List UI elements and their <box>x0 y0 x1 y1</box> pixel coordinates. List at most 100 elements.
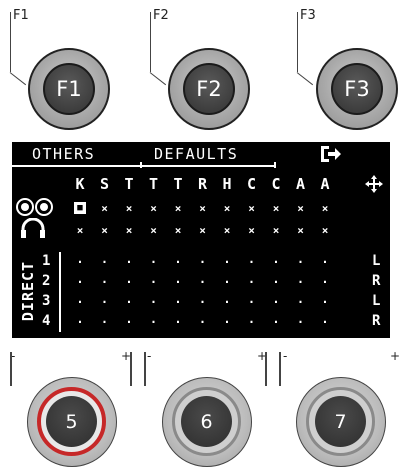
direct-output-number: 2 <box>42 273 51 289</box>
matrix-cell[interactable]: × <box>291 198 311 218</box>
f2-knob[interactable]: F2 <box>168 48 250 130</box>
matrix-cell[interactable]: · <box>168 252 188 272</box>
matrix-cell[interactable]: × <box>193 198 213 218</box>
matrix-cell[interactable]: · <box>144 272 164 292</box>
matrix-cell[interactable]: · <box>95 252 115 272</box>
matrix-cell[interactable]: · <box>95 272 115 292</box>
matrix-cell[interactable]: · <box>119 312 139 332</box>
knob5-minus: - <box>11 349 16 363</box>
matrix-cell[interactable]: · <box>193 312 213 332</box>
matrix-cell[interactable]: · <box>217 292 237 312</box>
matrix-cell[interactable]: × <box>242 220 262 240</box>
matrix-cell[interactable]: × <box>242 198 262 218</box>
direct-output-number: 1 <box>42 253 51 269</box>
knob6-bracket-right <box>265 352 267 386</box>
matrix-cell-selected[interactable]: ■ <box>74 202 86 214</box>
matrix-cell[interactable]: · <box>315 292 335 312</box>
knob5-bracket-left <box>10 352 12 386</box>
lcd-screen: OTHERS DEFAULTS KSTTTRHCCAA ■ × × × × × × × × × × ×… <box>12 142 390 338</box>
menu-underline-mid <box>142 165 274 167</box>
matrix-cell[interactable]: · <box>70 312 90 332</box>
f3-label: F3 <box>300 8 316 23</box>
matrix-cell[interactable]: · <box>217 252 237 272</box>
matrix-cell[interactable]: · <box>291 312 311 332</box>
matrix-cell[interactable]: · <box>70 292 90 312</box>
matrix-cell[interactable]: × <box>315 198 335 218</box>
matrix-cell[interactable]: · <box>144 292 164 312</box>
matrix-cell[interactable]: · <box>291 292 311 312</box>
matrix-cell[interactable]: × <box>266 220 286 240</box>
matrix-cell[interactable]: · <box>193 252 213 272</box>
f1-bracket <box>10 12 11 72</box>
matrix-cell[interactable]: × <box>193 220 213 240</box>
matrix-cell[interactable]: · <box>242 252 262 272</box>
matrix-cell[interactable]: · <box>315 252 335 272</box>
matrix-cell[interactable]: · <box>168 292 188 312</box>
f1-label: F1 <box>13 8 29 23</box>
matrix-cell[interactable]: × <box>144 220 164 240</box>
matrix-cell[interactable]: × <box>266 198 286 218</box>
knob-7[interactable]: 7 <box>296 377 386 467</box>
matrix-cell[interactable]: × <box>119 198 139 218</box>
matrix-cell[interactable]: · <box>70 252 90 272</box>
matrix-cell[interactable]: × <box>119 220 139 240</box>
menu-item-others[interactable]: OTHERS <box>32 145 95 163</box>
matrix-cell[interactable]: · <box>217 272 237 292</box>
matrix-cell[interactable]: · <box>119 272 139 292</box>
matrix-cell[interactable]: · <box>70 272 90 292</box>
matrix-cell[interactable]: × <box>315 220 335 240</box>
matrix-cell[interactable]: · <box>315 312 335 332</box>
four-way-arrow-icon[interactable] <box>364 174 384 194</box>
matrix-cell[interactable]: · <box>266 252 286 272</box>
matrix-cell[interactable]: · <box>242 292 262 312</box>
matrix-cell[interactable]: × <box>217 220 237 240</box>
matrix-cell[interactable]: · <box>119 252 139 272</box>
menu-separator-2 <box>274 162 276 168</box>
matrix-cell[interactable]: · <box>193 272 213 292</box>
knob6-ring: 6 <box>172 387 241 456</box>
matrix-cell[interactable]: · <box>144 252 164 272</box>
matrix-cell[interactable]: · <box>315 272 335 292</box>
knob6-bracket-left <box>144 352 146 386</box>
exit-arrow-icon[interactable] <box>319 144 343 164</box>
matrix-cell[interactable]: · <box>266 312 286 332</box>
matrix-cell[interactable]: · <box>291 272 311 292</box>
knob6-cap: 6 <box>181 396 232 447</box>
knob-5[interactable]: 5 <box>27 377 117 467</box>
matrix-cell[interactable]: × <box>168 198 188 218</box>
matrix-cell[interactable]: · <box>119 292 139 312</box>
f1-knob[interactable]: F1 <box>28 48 110 130</box>
matrix-cell[interactable]: · <box>95 312 115 332</box>
matrix-cell[interactable]: × <box>217 198 237 218</box>
matrix-cell[interactable]: · <box>168 312 188 332</box>
matrix-column-header: T <box>173 175 183 193</box>
menu-item-defaults[interactable]: DEFAULTS <box>154 145 238 163</box>
knob-6[interactable]: 6 <box>162 377 252 467</box>
matrix-cell[interactable]: · <box>266 272 286 292</box>
matrix-cell[interactable]: · <box>217 312 237 332</box>
f3-knob[interactable]: F3 <box>316 48 398 130</box>
matrix-cell[interactable]: × <box>144 198 164 218</box>
matrix-cell[interactable]: · <box>242 272 262 292</box>
matrix-cell[interactable]: × <box>70 220 90 240</box>
matrix-cell[interactable]: · <box>168 272 188 292</box>
matrix-row-direct-3: 3 · · · · · · · · · · · L <box>12 292 390 312</box>
matrix-column-header: C <box>246 175 257 193</box>
matrix-cell[interactable]: · <box>291 252 311 272</box>
knob7-plus: + <box>390 349 401 363</box>
matrix-cell[interactable]: × <box>291 220 311 240</box>
matrix-cell[interactable]: · <box>193 292 213 312</box>
menu-bar: OTHERS DEFAULTS <box>12 142 390 168</box>
f3-knob-cap: F3 <box>331 63 383 115</box>
knob7-bracket-left <box>279 352 281 386</box>
matrix-cell[interactable]: · <box>266 292 286 312</box>
f3-bracket <box>297 12 298 72</box>
direct-label-text: DIRECT <box>19 260 37 322</box>
matrix-cell[interactable]: × <box>95 220 115 240</box>
matrix-cell[interactable]: × <box>168 220 188 240</box>
matrix-cell[interactable]: · <box>95 292 115 312</box>
matrix-cell[interactable]: · <box>242 312 262 332</box>
matrix-cell[interactable]: · <box>144 312 164 332</box>
matrix-cell[interactable]: × <box>95 198 115 218</box>
knob6-minus: - <box>147 349 152 363</box>
